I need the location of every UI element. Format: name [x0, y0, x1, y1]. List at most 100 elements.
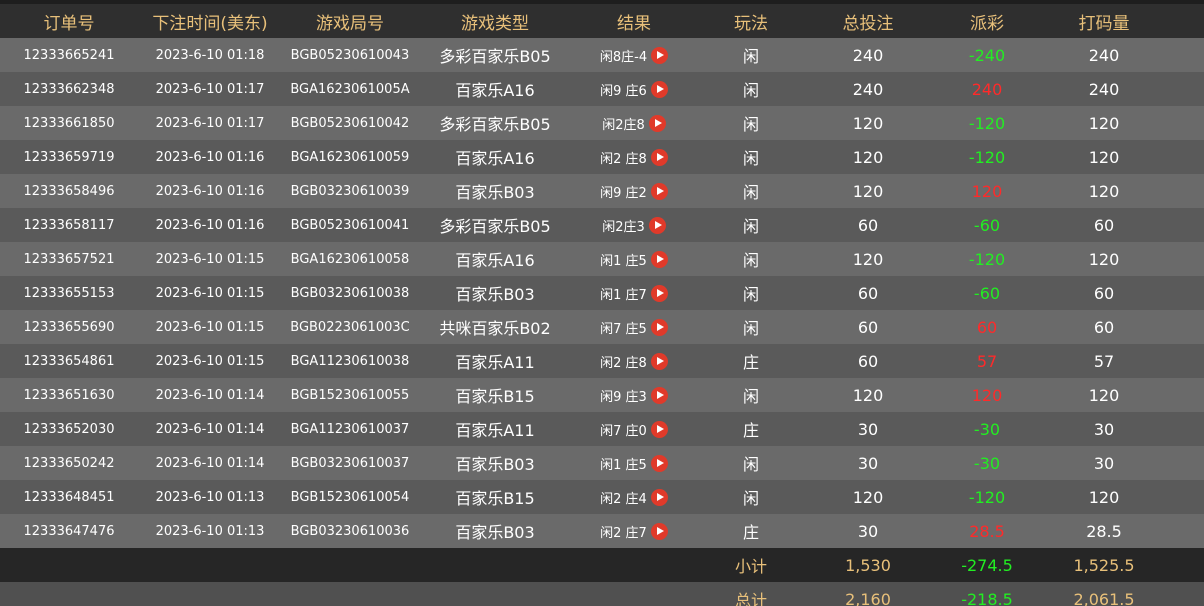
order-no-cell: 12333665241: [23, 47, 115, 63]
play-circle-icon[interactable]: [648, 216, 666, 234]
play-cell: 闲: [742, 47, 759, 66]
result-wrap: 闲2庄3: [602, 216, 666, 235]
result-text: 闲8庄-4: [599, 49, 648, 65]
play-circle-icon[interactable]: [650, 522, 668, 540]
result-text: 闲2庄8: [602, 117, 645, 133]
round-no-cell: BGB03230610036: [290, 523, 410, 539]
play-circle-icon[interactable]: [650, 80, 668, 98]
status-cell: 已派彩: [1164, 378, 1204, 412]
bet-time-cell: 2023-6-10 01:16: [155, 149, 265, 165]
status-cell: 已派彩: [1164, 480, 1204, 514]
table-row: 12333655153 2023-6-10 01:15 BGB03230610038…: [0, 276, 1204, 310]
play-circle-icon[interactable]: [650, 352, 668, 370]
game-type-cell: 百家乐B03: [455, 455, 535, 474]
subtotal-turnover: 1,525.5: [1073, 555, 1135, 575]
total-bet-cell: 120: [852, 487, 884, 507]
play-circle-icon[interactable]: [651, 46, 669, 64]
game-type-cell: 百家乐A16: [455, 81, 535, 100]
order-no-cell: 12333661850: [23, 115, 115, 131]
turnover-cell: 60: [1093, 215, 1115, 235]
result-wrap: 闲9 庄2: [600, 182, 668, 201]
total-bet-cell: 120: [852, 249, 884, 269]
game-type-cell: 百家乐A11: [455, 353, 535, 372]
table-row: 12333665241 2023-6-10 01:18 BGB05230610043…: [0, 38, 1204, 72]
result-wrap: 闲1 庄5: [600, 250, 668, 269]
result-cell: 闲2 庄7: [572, 514, 696, 548]
play-cell: 庄: [742, 523, 759, 542]
round-no-cell: BGB05230610043: [290, 47, 410, 63]
play-circle-icon[interactable]: [650, 420, 668, 438]
order-no-cell: 12333652030: [23, 421, 115, 437]
table-row: 12333648451 2023-6-10 01:13 BGB15230610054…: [0, 480, 1204, 514]
result-cell: 闲9 庄3: [572, 378, 696, 412]
play-cell: 闲: [742, 149, 759, 168]
total-bet-cell: 60: [857, 317, 879, 337]
payout-cell: -120: [968, 113, 1006, 133]
round-no-cell: BGB0223061003C: [290, 319, 410, 335]
game-type-cell: 多彩百家乐B05: [439, 217, 551, 236]
play-circle-icon[interactable]: [650, 182, 668, 200]
result-wrap: 闲8庄-4: [599, 46, 669, 65]
turnover-cell: 57: [1093, 351, 1115, 371]
result-cell: 闲2 庄8: [572, 344, 696, 378]
order-no-cell: 12333647476: [23, 523, 115, 539]
play-circle-icon[interactable]: [648, 114, 666, 132]
play-circle-icon[interactable]: [650, 386, 668, 404]
play-circle-icon[interactable]: [650, 318, 668, 336]
payout-cell: -30: [973, 419, 1001, 439]
payout-cell: -60: [973, 215, 1001, 235]
order-no-cell: 12333655690: [23, 319, 115, 335]
subtotal-row: 小计 1,530 -274.5 1,525.5: [0, 548, 1204, 582]
result-cell: 闲2庄3: [572, 208, 696, 242]
play-circle-icon[interactable]: [650, 284, 668, 302]
order-no-cell: 12333662348: [23, 81, 115, 97]
bet-time-cell: 2023-6-10 01:18: [155, 47, 265, 63]
play-cell: 闲: [742, 183, 759, 202]
total-bet-cell: 60: [857, 351, 879, 371]
play-circle-icon[interactable]: [650, 454, 668, 472]
payout-cell: 57: [976, 351, 998, 371]
turnover-cell: 60: [1093, 283, 1115, 303]
order-no-cell: 12333658117: [23, 217, 115, 233]
result-wrap: 闲1 庄5: [600, 454, 668, 473]
header-game-type: 游戏类型: [461, 13, 529, 34]
result-wrap: 闲7 庄0: [600, 420, 668, 439]
order-no-cell: 12333648451: [23, 489, 115, 505]
header-status: 状态: [1164, 4, 1204, 38]
bet-time-cell: 2023-6-10 01:15: [155, 251, 265, 267]
game-type-cell: 共咪百家乐B02: [439, 319, 551, 338]
game-type-cell: 百家乐B03: [455, 183, 535, 202]
table-row: 12333650242 2023-6-10 01:14 BGB03230610037…: [0, 446, 1204, 480]
bet-time-cell: 2023-6-10 01:17: [155, 115, 265, 131]
status-cell: 已派彩: [1164, 208, 1204, 242]
header-bet-time: 下注时间(美东): [152, 13, 268, 34]
status-cell: 已派彩: [1164, 140, 1204, 174]
result-cell: 闲2 庄4: [572, 480, 696, 514]
round-no-cell: BGB15230610054: [290, 489, 410, 505]
round-no-cell: BGA11230610037: [290, 421, 410, 437]
play-circle-icon[interactable]: [650, 250, 668, 268]
payout-cell: -240: [968, 45, 1006, 65]
bet-history-table: 订单号 下注时间(美东) 游戏局号 游戏类型 结果 玩法 总投注 派彩 打码量 …: [0, 4, 1204, 606]
turnover-cell: 60: [1093, 317, 1115, 337]
table-row: 12333658496 2023-6-10 01:16 BGB03230610039…: [0, 174, 1204, 208]
result-wrap: 闲7 庄5: [600, 318, 668, 337]
bet-time-cell: 2023-6-10 01:14: [155, 455, 265, 471]
round-no-cell: BGA11230610038: [290, 353, 410, 369]
subtotal-total-bet: 1,530: [845, 555, 891, 575]
game-type-cell: 多彩百家乐B05: [439, 115, 551, 134]
round-no-cell: BGB03230610037: [290, 455, 410, 471]
result-cell: 闲1 庄5: [572, 446, 696, 480]
result-text: 闲9 庄2: [600, 185, 647, 201]
play-circle-icon[interactable]: [650, 148, 668, 166]
turnover-cell: 120: [1088, 147, 1120, 167]
round-no-cell: BGB05230610041: [290, 217, 410, 233]
subtotal-label: 小计: [734, 557, 767, 576]
status-cell: 已派彩: [1164, 344, 1204, 378]
play-circle-icon[interactable]: [650, 488, 668, 506]
turnover-cell: 120: [1088, 385, 1120, 405]
turnover-cell: 120: [1088, 113, 1120, 133]
total-total-bet: 2,160: [845, 589, 891, 606]
total-bet-cell: 60: [857, 215, 879, 235]
bet-time-cell: 2023-6-10 01:17: [155, 81, 265, 97]
